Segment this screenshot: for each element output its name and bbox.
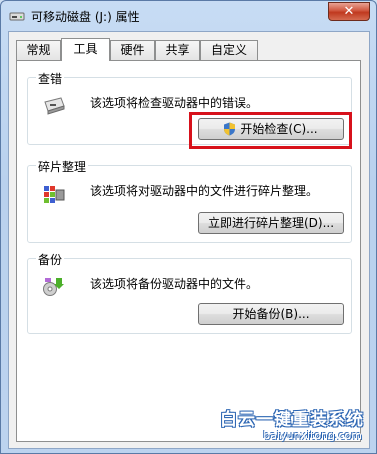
button-label: 立即进行碎片整理(D)...: [207, 216, 335, 230]
site-watermark: 白云一键重装系统 baiyunxitong.com: [198, 403, 368, 447]
tab-tools[interactable]: 工具: [61, 38, 110, 61]
backup-icon: [43, 278, 64, 296]
defrag-now-button[interactable]: 立即进行碎片整理(D)...: [198, 212, 344, 234]
tab-general[interactable]: 常规: [16, 40, 61, 60]
group-description: 该选项将检查驱动器中的错误。: [90, 96, 259, 110]
drive-icon: [9, 12, 25, 21]
tab-label: 共享: [165, 43, 190, 57]
button-label: 开始备份(B)...: [232, 307, 310, 321]
group-title: 碎片整理: [36, 158, 89, 175]
watermark-title: 白云一键重装系统: [220, 410, 364, 430]
group-title: 查错: [36, 70, 65, 87]
highlight-box: [189, 112, 352, 149]
tab-label: 常规: [26, 43, 51, 57]
tab-hardware[interactable]: 硬件: [110, 40, 155, 60]
tab-label: 工具: [73, 42, 98, 56]
defrag-group: 碎片整理 该选项将对驱动器中的文件进行碎片整理。 立即进行碎片整理(D)...: [27, 158, 352, 243]
title-bar[interactable]: 可移动磁盘 (J:) 属性 ✕: [1, 1, 377, 31]
group-title: 备份: [36, 251, 65, 268]
window-title: 可移动磁盘 (J:) 属性: [31, 10, 140, 24]
tab-label: 硬件: [120, 43, 145, 57]
properties-window: 可移动磁盘 (J:) 属性 ✕ 常规 工具 硬件 共享 自定义 查错 该选项将检…: [0, 0, 377, 454]
watermark-url: baiyunxitong.com: [263, 429, 362, 442]
close-icon: ✕: [343, 4, 355, 19]
dialog-client: 常规 工具 硬件 共享 自定义 查错 该选项将检查驱动器中的错误。 开始检查(C…: [8, 31, 370, 449]
defrag-icon: [44, 186, 65, 203]
drive-check-icon: [44, 97, 65, 115]
group-description: 该选项将备份驱动器中的文件。: [90, 277, 259, 291]
tab-sharing[interactable]: 共享: [155, 40, 200, 60]
tab-customize[interactable]: 自定义: [200, 40, 258, 60]
backup-group: 备份 该选项将备份驱动器中的文件。 开始备份(B)...: [27, 251, 352, 334]
close-button[interactable]: ✕: [328, 2, 370, 21]
group-description: 该选项将对驱动器中的文件进行碎片整理。: [90, 184, 319, 198]
start-backup-button[interactable]: 开始备份(B)...: [198, 303, 344, 325]
tab-label: 自定义: [210, 43, 247, 57]
tools-panel: 查错 该选项将检查驱动器中的错误。 开始检查(C)... 碎片整理 该选项将对驱…: [16, 60, 361, 442]
